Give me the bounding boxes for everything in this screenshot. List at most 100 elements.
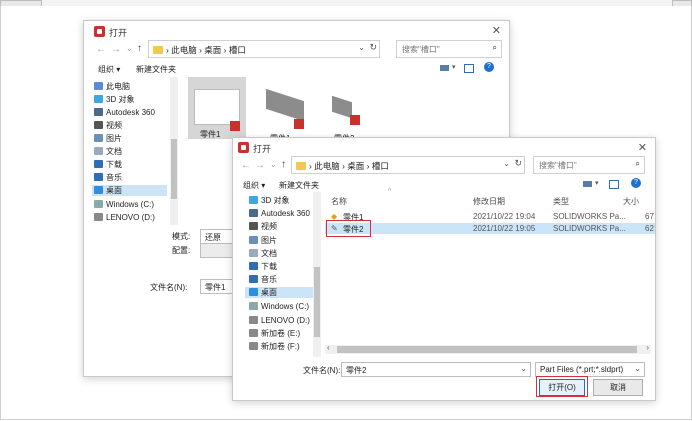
close-icon[interactable]: ✕ — [492, 24, 501, 37]
breadcrumb-item[interactable]: 槽口 — [229, 45, 246, 55]
cancel-button[interactable]: 取消 — [593, 379, 643, 396]
file-row[interactable]: ◆ 零件1 2021/10/22 19:04 SOLIDWORKS Pa... … — [325, 211, 655, 222]
breadcrumb-item[interactable]: 此电脑 — [314, 161, 340, 171]
scrollbar-thumb[interactable] — [314, 267, 320, 337]
sidebar-item-desktop[interactable]: 桌面 — [245, 287, 315, 298]
new-folder-button[interactable]: 新建文件夹 — [136, 64, 176, 75]
sidebar-item-downloads[interactable]: 下载 — [94, 159, 122, 170]
sidebar-item-desktop[interactable]: 桌面 — [92, 185, 167, 196]
breadcrumb-item[interactable]: 此电脑 — [171, 45, 197, 55]
drive-icon — [94, 200, 103, 208]
file-thumbnail[interactable]: 零件2 — [328, 89, 368, 143]
sidebar-item-music[interactable]: 音乐 — [94, 172, 122, 183]
column-header-size[interactable]: 大小 — [623, 196, 639, 207]
recent-chevron-icon[interactable]: ⌄ — [270, 160, 277, 169]
chevron-down-icon[interactable]: ⌄ — [634, 364, 641, 373]
sidebar-item-pictures[interactable]: 图片 — [249, 235, 277, 246]
search-placeholder: 搜索"槽口" — [539, 161, 577, 170]
address-dropdown-icon[interactable]: ⌄ — [503, 159, 510, 168]
file-thumbnail[interactable]: 零件1 — [262, 83, 310, 143]
preview-pane-icon[interactable] — [609, 180, 619, 189]
sidebar-item-music[interactable]: 音乐 — [249, 274, 277, 285]
sidebar-item-video[interactable]: 视频 — [94, 120, 122, 131]
search-icon[interactable]: ⌕ — [493, 43, 497, 53]
up-arrow-icon[interactable]: ↑ — [137, 43, 142, 54]
new-folder-button[interactable]: 新建文件夹 — [279, 180, 319, 191]
search-box[interactable]: 搜索"槽口" ⌕ — [533, 156, 645, 174]
forward-arrow-icon[interactable]: → — [255, 160, 265, 171]
drive-icon — [249, 342, 258, 350]
file-row-selected[interactable]: ✎ 零件2 2021/10/22 19:05 SOLIDWORKS Pa... … — [325, 223, 655, 234]
sidebar-item-drive-d[interactable]: LENOVO (D:) — [249, 315, 310, 326]
view-dropdown-icon[interactable]: ▾ — [595, 179, 599, 187]
breadcrumb-item[interactable]: 槽口 — [372, 161, 389, 171]
back-arrow-icon[interactable]: ← — [241, 160, 251, 171]
column-header-date[interactable]: 修改日期 — [473, 196, 505, 207]
view-options-icon[interactable] — [583, 181, 592, 187]
file-type: SOLIDWORKS Pa... — [553, 224, 626, 233]
address-bar[interactable]: › 此电脑 › 桌面 › 槽口 ⌄ ↻ — [291, 156, 525, 174]
organize-menu[interactable]: 组织 ▾ — [243, 180, 265, 191]
sidebar-item-this-pc[interactable]: 此电脑 — [94, 81, 130, 92]
sidebar-item-autodesk[interactable]: Autodesk 360 — [249, 208, 310, 219]
chevron-down-icon[interactable]: ⌄ — [520, 364, 527, 373]
file-label: 零件1 — [200, 130, 221, 139]
view-options-icon[interactable] — [440, 65, 449, 71]
sidebar-item-video[interactable]: 视频 — [249, 221, 277, 232]
sidebar-item-3d[interactable]: 3D 对象 — [94, 94, 134, 105]
sidebar-item-drive-c[interactable]: Windows (C:) — [249, 301, 309, 312]
drive-icon — [249, 316, 258, 324]
help-icon[interactable]: ? — [631, 178, 641, 188]
scroll-left-icon[interactable]: ‹ — [327, 343, 330, 352]
column-header-type[interactable]: 类型 — [553, 196, 569, 207]
address-bar[interactable]: › 此电脑 › 桌面 › 槽口 ⌄ ↻ — [148, 40, 380, 58]
sidebar-item-drive-d[interactable]: LENOVO (D:) — [94, 212, 155, 223]
file-size: 62 — [645, 224, 654, 233]
filename-input[interactable]: 零件2 ⌄ — [341, 362, 531, 377]
horizontal-scrollbar[interactable]: ‹ › — [325, 343, 651, 354]
refresh-icon[interactable]: ↻ — [369, 42, 377, 53]
3d-objects-icon — [249, 196, 258, 204]
sidebar-item-3d[interactable]: 3D 对象 — [249, 195, 289, 206]
sidebar-scrollbar[interactable] — [313, 192, 321, 357]
file-type: SOLIDWORKS Pa... — [553, 212, 626, 221]
sidebar-item-documents[interactable]: 文档 — [249, 248, 277, 259]
pictures-icon — [94, 134, 103, 142]
up-arrow-icon[interactable]: ↑ — [281, 159, 286, 170]
scrollbar-thumb[interactable] — [337, 346, 637, 353]
sidebar-scrollbar[interactable] — [170, 77, 178, 225]
scroll-right-icon[interactable]: › — [646, 343, 649, 352]
close-icon[interactable]: ✕ — [638, 141, 647, 154]
file-date: 2021/10/22 19:04 — [473, 212, 536, 221]
solidworks-app-icon — [238, 142, 249, 153]
organize-menu[interactable]: 组织 ▾ — [98, 64, 120, 75]
recent-chevron-icon[interactable]: ⌄ — [126, 44, 133, 53]
open-dialog-front: 打开 ✕ ← → ⌄ ↑ › 此电脑 › 桌面 › 槽口 ⌄ ↻ 搜索"槽口" … — [232, 137, 656, 401]
computer-icon — [94, 82, 103, 90]
search-box[interactable]: 搜索"槽口" ⌕ — [396, 40, 502, 58]
breadcrumb-item[interactable]: 桌面 — [204, 45, 221, 55]
back-arrow-icon[interactable]: ← — [96, 44, 106, 55]
sidebar-item-drive-f[interactable]: 新加卷 (F:) — [249, 341, 300, 352]
forward-arrow-icon[interactable]: → — [111, 44, 121, 55]
refresh-icon[interactable]: ↻ — [514, 158, 522, 169]
preview-pane-icon[interactable] — [464, 64, 474, 73]
breadcrumb-item[interactable]: 桌面 — [347, 161, 364, 171]
view-dropdown-icon[interactable]: ▾ — [452, 63, 456, 71]
sidebar-item-drive-c[interactable]: Windows (C:) — [94, 199, 154, 210]
search-icon[interactable]: ⌕ — [636, 159, 640, 169]
sidebar-item-downloads[interactable]: 下载 — [249, 261, 277, 272]
filetype-select[interactable]: Part Files (*.prt;*.sldprt) ⌄ — [535, 362, 645, 377]
help-icon[interactable]: ? — [484, 62, 494, 72]
sidebar-item-pictures[interactable]: 图片 — [94, 133, 122, 144]
sidebar-item-autodesk[interactable]: Autodesk 360 — [94, 107, 155, 118]
sidebar-item-documents[interactable]: 文档 — [94, 146, 122, 157]
sidebar-item-drive-e[interactable]: 新加卷 (E:) — [249, 328, 300, 339]
document-icon — [94, 147, 103, 155]
column-header-name[interactable]: 名称 — [331, 196, 347, 207]
highlight-box — [326, 220, 371, 237]
part-preview — [266, 88, 304, 122]
scrollbar-thumb[interactable] — [171, 139, 177, 199]
address-dropdown-icon[interactable]: ⌄ — [358, 43, 365, 52]
dialog-title: 打开 — [253, 144, 272, 154]
